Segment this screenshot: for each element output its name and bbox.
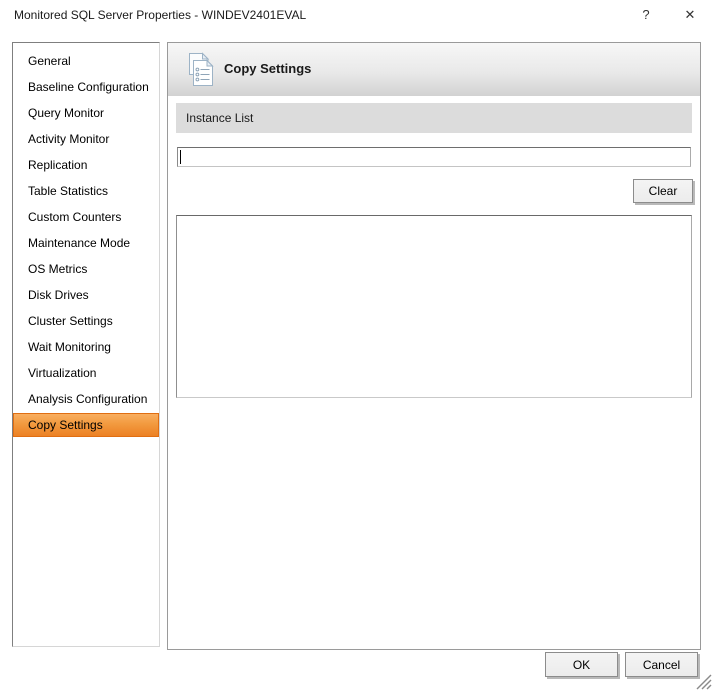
sidebar-item-replication[interactable]: Replication — [13, 152, 159, 178]
text-caret — [180, 150, 181, 164]
sidebar-item-disk-drives[interactable]: Disk Drives — [13, 282, 159, 308]
sidebar-item-maintenance-mode[interactable]: Maintenance Mode — [13, 230, 159, 256]
help-icon[interactable]: ? — [628, 0, 664, 30]
sidebar-item-copy-settings[interactable]: Copy Settings — [13, 413, 159, 437]
sidebar-item-general[interactable]: General — [13, 48, 159, 74]
panel-header: Copy Settings — [168, 43, 700, 96]
sidebar-item-custom-counters[interactable]: Custom Counters — [13, 204, 159, 230]
sidebar-item-activity-monitor[interactable]: Activity Monitor — [13, 126, 159, 152]
resize-grip-icon[interactable] — [696, 674, 712, 690]
window-title: Monitored SQL Server Properties - WINDEV… — [14, 8, 307, 22]
cancel-button[interactable]: Cancel — [625, 652, 698, 677]
sidebar-item-wait-monitoring[interactable]: Wait Monitoring — [13, 334, 159, 360]
sidebar-item-baseline-configuration[interactable]: Baseline Configuration — [13, 74, 159, 100]
ok-button[interactable]: OK — [545, 652, 618, 677]
copy-pages-icon — [184, 52, 218, 88]
clear-button[interactable]: Clear — [633, 179, 693, 203]
sidebar-item-table-statistics[interactable]: Table Statistics — [13, 178, 159, 204]
sidebar-item-virtualization[interactable]: Virtualization — [13, 360, 159, 386]
copy-settings-panel: Copy Settings Instance List Clear — [167, 42, 701, 650]
instance-filter-input[interactable] — [177, 147, 691, 167]
title-bar: Monitored SQL Server Properties - WINDEV… — [0, 0, 714, 30]
panel-title: Copy Settings — [224, 61, 312, 76]
sidebar-item-query-monitor[interactable]: Query Monitor — [13, 100, 159, 126]
monitored-sql-server-properties-dialog: Monitored SQL Server Properties - WINDEV… — [0, 0, 714, 691]
instance-listbox[interactable] — [176, 215, 692, 398]
close-icon[interactable]: ✕ — [668, 0, 712, 30]
instance-list-section-header: Instance List — [176, 103, 692, 133]
settings-nav-sidebar: General Baseline Configuration Query Mon… — [12, 42, 160, 647]
sidebar-item-cluster-settings[interactable]: Cluster Settings — [13, 308, 159, 334]
instance-list-label: Instance List — [186, 111, 254, 125]
sidebar-item-os-metrics[interactable]: OS Metrics — [13, 256, 159, 282]
sidebar-item-analysis-configuration[interactable]: Analysis Configuration — [13, 386, 159, 412]
